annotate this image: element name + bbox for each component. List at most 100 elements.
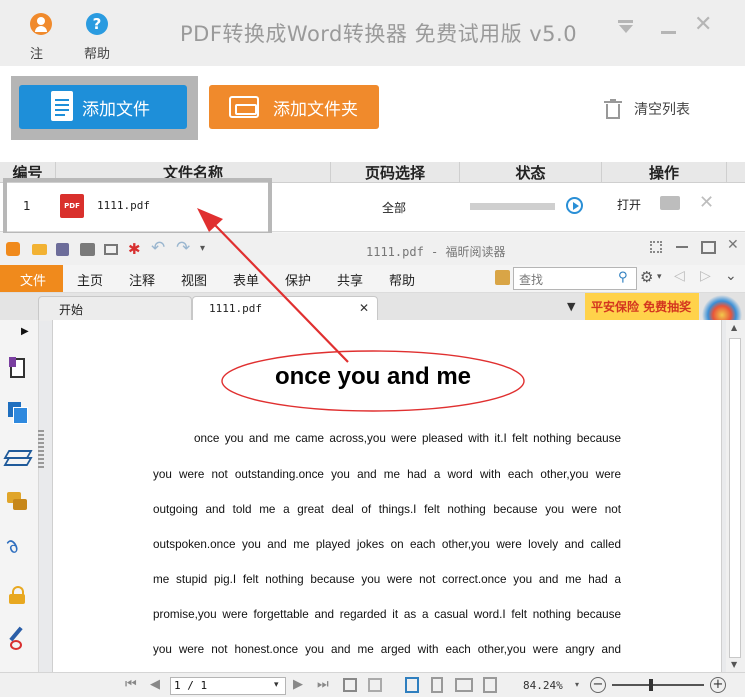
scroll-down-icon[interactable]: ▼ (731, 660, 737, 669)
menu-home[interactable]: 主页 (77, 270, 103, 289)
pages-panel-icon[interactable] (8, 402, 28, 424)
zoom-slider-thumb[interactable] (648, 679, 653, 691)
remove-icon[interactable]: ✕ (699, 192, 714, 213)
facing-view-icon[interactable] (455, 678, 473, 692)
add-folder-button[interactable]: 添加文件夹 (209, 85, 379, 129)
ad-banner[interactable]: 平安保险 免费抽奖 (585, 293, 699, 320)
continuous-view-icon[interactable] (431, 677, 443, 693)
new-icon[interactable]: ✱ (128, 240, 141, 258)
reader-minimize-icon[interactable] (676, 246, 688, 248)
redo-icon[interactable]: ↷ (176, 238, 190, 258)
next-page-icon[interactable]: ▶ (293, 677, 303, 692)
menu-protect[interactable]: 保护 (285, 270, 311, 289)
page-number-value: 1 / 1 (174, 679, 208, 692)
status-progress-bar (470, 203, 555, 210)
signature-panel-icon[interactable] (8, 626, 28, 650)
page-dropdown-icon[interactable]: ▾ (274, 680, 279, 690)
tab-list-dropdown-icon[interactable]: ▼ (567, 300, 575, 313)
zoom-slider-track[interactable] (612, 684, 704, 686)
menu-form[interactable]: 表单 (233, 270, 259, 289)
menu-icon[interactable] (618, 20, 633, 23)
gear-icon[interactable]: ⚙ (640, 268, 653, 286)
zoom-value[interactable]: 84.24% (523, 679, 563, 692)
reader-status-bar: ⏮ ◀ 1 / 1 ▾ ▶ ⏭ 84.24% ▾ − + (0, 672, 745, 697)
security-panel-icon[interactable] (9, 586, 25, 604)
zoom-in-icon[interactable]: + (710, 677, 726, 693)
previous-view-icon[interactable] (343, 678, 357, 692)
menu-comment[interactable]: 注释 (129, 270, 155, 289)
find-icon[interactable] (495, 270, 510, 285)
prev-page-icon[interactable]: ◀ (150, 677, 160, 692)
help-button[interactable]: ? 帮助 (84, 13, 110, 62)
document-page: once you and me once you and me came acr… (52, 320, 722, 672)
menu-help[interactable]: 帮助 (389, 270, 415, 289)
fullscreen-icon[interactable] (650, 241, 662, 253)
single-page-view-icon[interactable] (405, 677, 419, 693)
reader-restore-icon[interactable] (701, 241, 716, 254)
comments-panel-icon[interactable] (7, 492, 27, 512)
collapse-icon[interactable]: ⌄ (725, 268, 737, 284)
screen-icon[interactable] (104, 244, 118, 255)
scrollbar-thumb[interactable] (729, 338, 741, 658)
menu-share[interactable]: 共享 (337, 270, 363, 289)
tab-document-label: 1111.pdf (209, 302, 262, 315)
tab-start[interactable]: 开始 (38, 296, 192, 321)
open-folder-icon[interactable] (32, 244, 47, 255)
menu-file[interactable]: 文件 (20, 270, 46, 289)
row-page-selection[interactable]: 全部 (382, 199, 406, 216)
search-input[interactable]: 查找 ⚲ (513, 267, 637, 290)
reader-tab-bar: 开始 1111.pdf ✕ ▼ 平安保险 免费抽奖 (0, 293, 745, 321)
converter-toolbar: 添加文件 添加文件夹 清空列表 (0, 66, 745, 162)
first-page-icon[interactable]: ⏮ (125, 677, 137, 692)
app-title: PDF转换成Word转换器 免费试用版 v5.0 (180, 22, 578, 46)
sidebar-splitter-handle[interactable] (38, 430, 44, 470)
reader-close-icon[interactable]: ✕ (727, 237, 739, 253)
document-line: you were not outstanding.once you and me… (153, 468, 621, 481)
scroll-up-icon[interactable]: ▲ (731, 323, 737, 332)
undo-icon[interactable]: ↶ (151, 238, 165, 258)
attachments-panel-icon[interactable]: ∂ (0, 533, 23, 558)
reader-menu-bar: 文件 主页 注释 视图 表单 保护 共享 帮助 查找 ⚲ ⚙ ▾ ◁ ▷ ⌄ (0, 265, 745, 293)
document-line: promise,you were forgettable and regarde… (153, 608, 621, 621)
dropdown-icon[interactable] (619, 25, 633, 33)
tab-start-label: 开始 (59, 303, 84, 317)
document-line: you were not honest.once you and me arge… (153, 643, 621, 656)
clear-list-label: 清空列表 (634, 102, 690, 118)
page-number-input[interactable]: 1 / 1 ▾ (170, 677, 286, 695)
document-line: once you and me came across,you were ple… (194, 432, 621, 445)
minimize-icon[interactable] (661, 31, 676, 34)
start-convert-icon[interactable] (566, 197, 583, 214)
reader-window-title: 1111.pdf - 福昕阅读器 (366, 245, 506, 259)
folder-icon[interactable] (660, 196, 680, 210)
search-icon[interactable]: ⚲ (618, 270, 628, 285)
reader-title-bar: ✱ ↶ ↷ ▾ 1111.pdf - 福昕阅读器 ✕ (0, 233, 745, 265)
help-label: 帮助 (84, 47, 111, 62)
lottery-wheel-icon[interactable] (700, 293, 745, 320)
menu-view[interactable]: 视图 (181, 270, 207, 289)
document-title: once you and me (274, 363, 472, 390)
print-icon[interactable] (80, 243, 95, 256)
document-line: outgoing and told me a great deal of thi… (153, 503, 621, 516)
register-button[interactable]: 注册 (30, 13, 52, 81)
vertical-scrollbar[interactable]: ▲ ▼ (726, 320, 745, 672)
bookmark-panel-icon[interactable] (9, 357, 25, 378)
foxit-logo-icon (6, 242, 20, 256)
add-file-label: 添加文件 (82, 100, 150, 120)
save-icon[interactable] (56, 243, 69, 256)
nav-back-icon[interactable]: ◁ (674, 268, 685, 284)
close-icon[interactable]: ✕ (694, 12, 712, 37)
next-view-icon[interactable] (368, 678, 382, 692)
expand-sidebar-icon[interactable]: ▶ (21, 326, 29, 337)
open-button[interactable]: 打开 (617, 196, 641, 213)
tab-close-icon[interactable]: ✕ (359, 301, 369, 315)
nav-forward-icon[interactable]: ▷ (700, 268, 711, 284)
layers-panel-icon[interactable] (3, 448, 33, 466)
zoom-dropdown-icon[interactable]: ▾ (575, 680, 579, 689)
continuous-facing-view-icon[interactable] (483, 677, 497, 693)
customize-dropdown-icon[interactable]: ▾ (200, 243, 205, 254)
tab-document[interactable]: 1111.pdf ✕ (192, 296, 378, 321)
last-page-icon[interactable]: ⏭ (317, 677, 329, 692)
zoom-out-icon[interactable]: − (590, 677, 606, 693)
add-file-button[interactable]: 添加文件 (19, 85, 187, 129)
gear-dropdown-icon[interactable]: ▾ (657, 272, 662, 282)
